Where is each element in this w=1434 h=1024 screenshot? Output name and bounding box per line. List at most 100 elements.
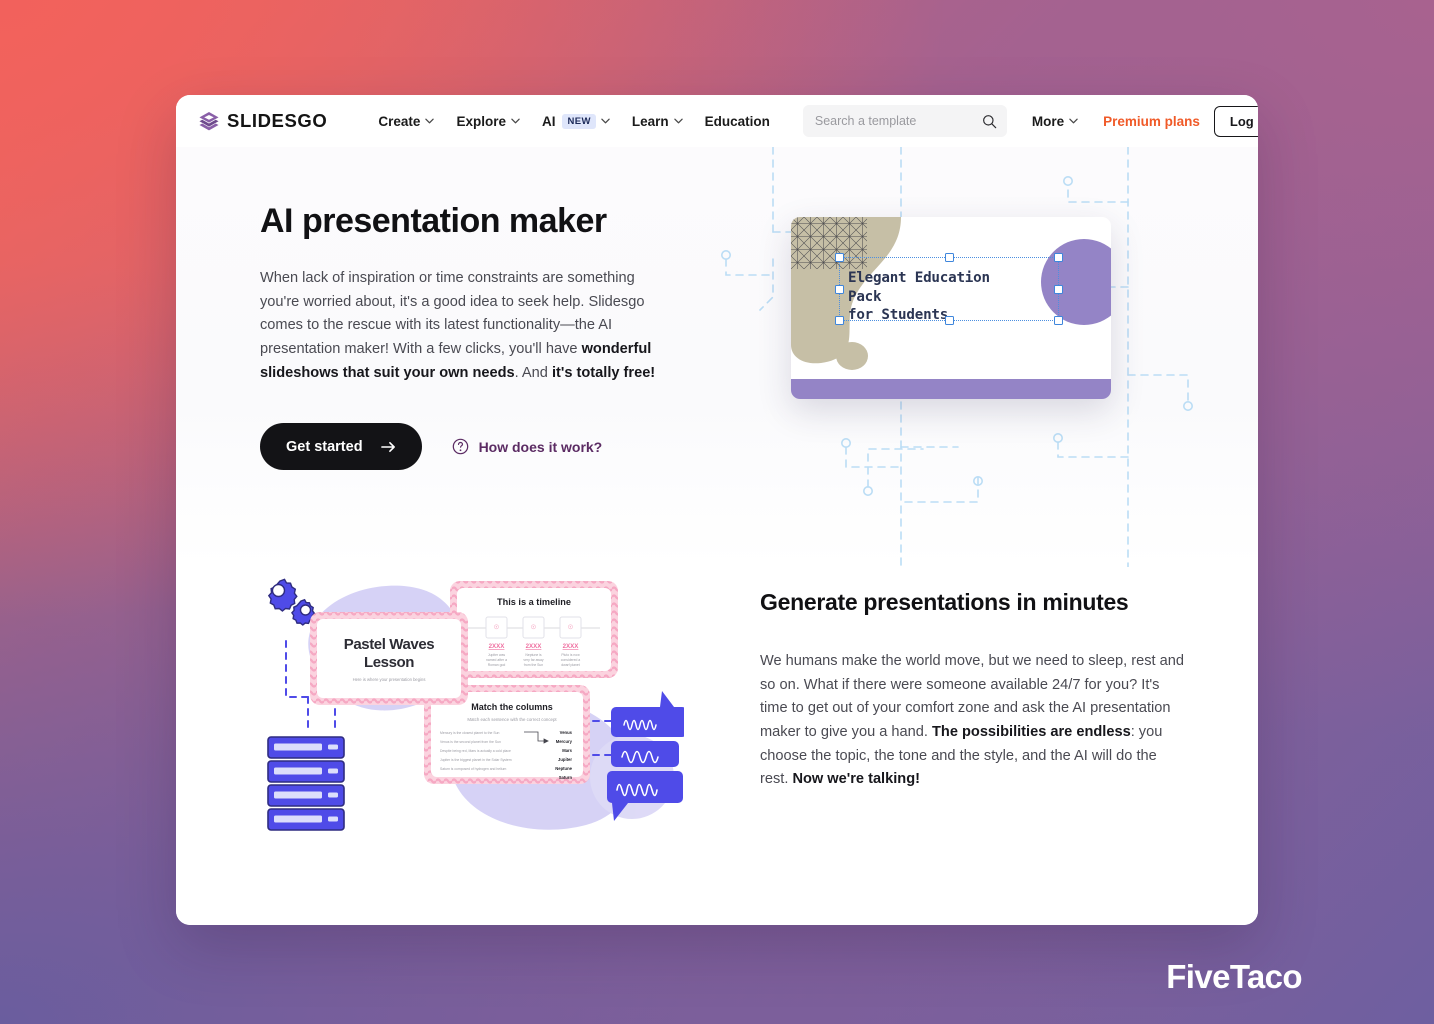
how-does-it-work-label: How does it work? bbox=[478, 438, 603, 455]
resize-handle-sw[interactable] bbox=[835, 316, 844, 325]
nav-item-learn[interactable]: Learn bbox=[621, 108, 694, 135]
nav-item-explore[interactable]: Explore bbox=[445, 108, 531, 135]
speech-bubbles-icon bbox=[607, 691, 687, 821]
slidesgo-page-card: SLIDESGO Create Explore AI NEW Learn Edu… bbox=[176, 95, 1258, 925]
resize-handle-e[interactable] bbox=[1054, 285, 1063, 294]
svg-text:very far away: very far away bbox=[523, 658, 543, 662]
chevron-down-icon bbox=[673, 118, 683, 124]
chevron-down-icon bbox=[425, 118, 435, 124]
pastel-waves-slide-card: Pastel Waves Lesson Here is where your p… bbox=[310, 612, 468, 705]
search-box[interactable] bbox=[802, 105, 1007, 137]
search-input[interactable] bbox=[814, 114, 976, 128]
ai-workflow-illustration-icon: This is a timeline ☉ ☉ ☉ 2XXX 2XXX 2XXX … bbox=[267, 578, 687, 831]
fivetaco-watermark: FiveTaco bbox=[1166, 958, 1302, 995]
slide-preview-card[interactable]: Elegant Education Pack for Students bbox=[791, 217, 1111, 399]
hero-cta-row: Get started How does it work? bbox=[260, 423, 690, 471]
chevron-down-icon bbox=[601, 118, 610, 124]
svg-text:from the Sun: from the Sun bbox=[524, 663, 544, 667]
search-icon[interactable] bbox=[982, 114, 997, 129]
svg-text:Jupiter: Jupiter bbox=[558, 757, 572, 762]
nav-item-education[interactable]: Education bbox=[694, 108, 781, 135]
arrow-right-icon bbox=[380, 441, 396, 453]
nav-label: Learn bbox=[631, 113, 669, 129]
svg-text:2XXX: 2XXX bbox=[526, 643, 543, 650]
generate-presentations-section: This is a timeline ☉ ☉ ☉ 2XXX 2XXX 2XXX … bbox=[176, 567, 1258, 925]
resize-handle-nw[interactable] bbox=[835, 253, 844, 262]
hero-paragraph-part2: . And bbox=[514, 364, 552, 381]
resize-handle-se[interactable] bbox=[1054, 316, 1063, 325]
svg-text:considered a: considered a bbox=[561, 658, 581, 662]
resize-handle-w[interactable] bbox=[835, 285, 844, 294]
hero-copy: AI presentation maker When lack of inspi… bbox=[260, 202, 690, 471]
svg-text:☉: ☉ bbox=[531, 624, 536, 631]
nav-label: Create bbox=[378, 113, 421, 129]
how-does-it-work-link[interactable]: How does it work? bbox=[452, 438, 603, 455]
svg-text:This is a timeline: This is a timeline bbox=[497, 597, 571, 607]
svg-text:Venus: Venus bbox=[560, 730, 573, 735]
svg-text:Despite being red, Mars is act: Despite being red, Mars is actually a co… bbox=[440, 749, 511, 753]
new-badge: NEW bbox=[562, 113, 596, 129]
section2-title: Generate presentations in minutes bbox=[760, 589, 1129, 615]
server-rack-icon bbox=[267, 736, 345, 831]
nav-item-more[interactable]: More bbox=[1021, 108, 1089, 135]
hero-title: AI presentation maker bbox=[260, 202, 607, 240]
section2-copy: Generate presentations in minutes We hum… bbox=[760, 589, 1184, 792]
svg-text:dwarf planet: dwarf planet bbox=[561, 663, 580, 667]
get-started-button[interactable]: Get started bbox=[260, 423, 422, 471]
chevron-down-icon bbox=[1069, 118, 1078, 124]
section2-illustration: This is a timeline ☉ ☉ ☉ 2XXX 2XXX 2XXX … bbox=[260, 569, 687, 835]
nav-label: More bbox=[1031, 113, 1065, 129]
logo-text: SLIDESGO bbox=[227, 110, 328, 131]
nav-label: AI bbox=[541, 113, 556, 129]
svg-text:named after a: named after a bbox=[486, 658, 507, 662]
section2-paragraph-bold2: Now we're talking! bbox=[792, 771, 920, 788]
hero-section: Elegant Education Pack for Students AI p… bbox=[176, 147, 1258, 567]
primary-nav: Create Explore AI NEW Learn Education bbox=[367, 108, 780, 135]
svg-text:Mercury: Mercury bbox=[556, 739, 573, 744]
slidesgo-logo[interactable]: SLIDESGO bbox=[198, 110, 327, 132]
svg-text:☉: ☉ bbox=[494, 624, 499, 631]
gears-icon bbox=[267, 578, 316, 626]
premium-plans-link[interactable]: Premium plans bbox=[1093, 108, 1210, 135]
chevron-down-icon bbox=[511, 118, 520, 124]
slide-purple-footer-bar bbox=[791, 379, 1111, 399]
nav-label: Explore bbox=[456, 113, 506, 129]
svg-text:Mercury is the closest planet: Mercury is the closest planet to the Sun bbox=[440, 731, 499, 735]
svg-text:Here is where your presentatio: Here is where your presentation begins bbox=[353, 677, 426, 682]
svg-text:Lesson: Lesson bbox=[364, 654, 414, 671]
svg-text:☉: ☉ bbox=[568, 624, 573, 631]
svg-text:Roman god: Roman god bbox=[488, 663, 506, 667]
svg-text:Mars: Mars bbox=[562, 748, 572, 753]
get-started-label: Get started bbox=[286, 438, 363, 455]
resize-handle-s[interactable] bbox=[945, 316, 954, 325]
svg-text:Pastel Waves: Pastel Waves bbox=[344, 636, 435, 653]
section2-paragraph-bold1: The possibilities are endless bbox=[931, 723, 1131, 740]
svg-text:2XXX: 2XXX bbox=[563, 643, 580, 650]
svg-text:2XXX: 2XXX bbox=[489, 643, 506, 650]
resize-handle-ne[interactable] bbox=[1054, 253, 1063, 262]
svg-text:Saturn is composed of hydrogen: Saturn is composed of hydrogen and heliu… bbox=[440, 767, 507, 771]
svg-text:Jupiter is the biggest planet: Jupiter is the biggest planet in the Sol… bbox=[440, 758, 512, 762]
hero-slide-mock-layer: Elegant Education Pack for Students bbox=[698, 147, 1258, 567]
hero-paragraph: When lack of inspiration or time constra… bbox=[260, 267, 678, 385]
svg-text:Saturn: Saturn bbox=[559, 775, 573, 780]
svg-text:Match each sentence with the c: Match each sentence with the correct con… bbox=[467, 717, 557, 722]
svg-text:Neptune is: Neptune is bbox=[525, 653, 542, 657]
nav-item-ai[interactable]: AI NEW bbox=[531, 108, 621, 135]
site-header: SLIDESGO Create Explore AI NEW Learn Edu… bbox=[176, 95, 1258, 147]
svg-text:Venus is the second planet fro: Venus is the second planet from the Sun bbox=[440, 740, 501, 744]
slide-beige-dot-icon bbox=[836, 342, 868, 370]
svg-text:Match the columns: Match the columns bbox=[471, 702, 553, 712]
section2-paragraph: We humans make the world move, but we ne… bbox=[760, 650, 1184, 792]
slidesgo-layers-icon bbox=[198, 110, 220, 132]
header-actions: More Premium plans Log in bbox=[1021, 105, 1258, 137]
nav-item-create[interactable]: Create bbox=[367, 108, 445, 135]
resize-handle-n[interactable] bbox=[945, 253, 954, 262]
slide-selection-box[interactable] bbox=[835, 253, 1063, 325]
question-mark-circle-icon bbox=[452, 438, 469, 455]
svg-text:Neptune: Neptune bbox=[555, 766, 572, 771]
timeline-slide-card: This is a timeline ☉ ☉ ☉ 2XXX 2XXX 2XXX … bbox=[450, 581, 618, 678]
login-button[interactable]: Log in bbox=[1213, 105, 1258, 137]
nav-label: Education bbox=[704, 113, 770, 129]
svg-text:Pluto is now: Pluto is now bbox=[561, 653, 580, 657]
